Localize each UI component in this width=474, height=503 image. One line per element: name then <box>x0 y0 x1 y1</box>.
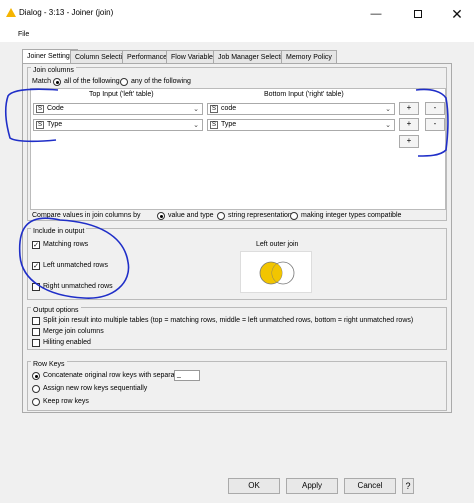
left-column-select-2[interactable]: S Type ⌄ <box>33 119 203 131</box>
string-type-icon: S <box>210 121 218 129</box>
separator-input[interactable]: _ <box>174 370 200 381</box>
include-output-group: Include in output ✓ Matching rows ✓ Left… <box>27 228 447 300</box>
window-title: Dialog - 3:13 - Joiner (join) <box>19 8 114 17</box>
close-button[interactable]: ✕ <box>437 0 474 28</box>
add-row-button-3[interactable]: + <box>399 135 419 148</box>
compare-integer-label: making integer types compatible <box>301 212 402 219</box>
matching-rows-label: Matching rows <box>43 241 89 248</box>
compare-string-label: string representation <box>228 212 292 219</box>
split-checkbox[interactable] <box>32 317 40 325</box>
venn-diagram <box>240 251 312 293</box>
compare-integer-radio[interactable] <box>290 212 298 220</box>
compare-value-type-label: value and type <box>168 212 214 219</box>
split-label: Split join result into multiple tables (… <box>43 317 414 324</box>
join-type-label: Left outer join <box>256 241 299 248</box>
keep-row-keys-label: Keep row keys <box>43 398 89 405</box>
match-all-radio[interactable] <box>53 78 61 86</box>
string-type-icon: S <box>36 105 44 113</box>
match-all-label: all of the following <box>64 78 120 85</box>
menu-bar: File <box>0 28 474 42</box>
remove-row-button-1[interactable]: - <box>425 102 445 115</box>
cancel-button[interactable]: Cancel <box>344 478 396 494</box>
concatenate-radio[interactable] <box>32 372 40 380</box>
ok-button[interactable]: OK <box>228 478 280 494</box>
keep-row-keys-radio[interactable] <box>32 398 40 406</box>
apply-button[interactable]: Apply <box>286 478 338 494</box>
maximize-button[interactable] <box>398 0 438 28</box>
match-any-radio[interactable] <box>120 78 128 86</box>
left-column-value-2: Type <box>47 121 63 128</box>
compare-string-radio[interactable] <box>217 212 225 220</box>
hiliting-checkbox[interactable] <box>32 339 40 347</box>
right-unmatched-label: Right unmatched rows <box>43 283 113 290</box>
help-button[interactable]: ? <box>402 478 414 494</box>
right-column-value-1: code <box>221 105 237 112</box>
right-column-select-1[interactable]: S code ⌄ <box>207 103 395 115</box>
assign-new-radio[interactable] <box>32 385 40 393</box>
row-keys-group: Row Keys Concatenate original row keys w… <box>27 361 447 411</box>
output-options-title: Output options <box>31 307 81 314</box>
join-columns-title: Join columns <box>31 67 76 74</box>
chevron-down-icon: ⌄ <box>385 122 391 129</box>
include-output-title: Include in output <box>31 228 87 235</box>
right-unmatched-checkbox <box>32 283 40 291</box>
join-columns-table: Top Input ('left' table) Bottom Input ('… <box>30 88 446 210</box>
warning-icon <box>6 8 16 17</box>
add-row-button-2[interactable]: + <box>399 118 419 131</box>
left-column-select-1[interactable]: S Code ⌄ <box>33 103 203 115</box>
chevron-down-icon: ⌄ <box>385 106 391 113</box>
merge-checkbox[interactable] <box>32 328 40 336</box>
output-options-group: Output options Split join result into mu… <box>27 307 447 350</box>
concatenate-label: Concatenate original row keys with separ… <box>43 372 183 379</box>
top-input-header: Top Input ('left' table) <box>89 91 154 98</box>
chevron-down-icon: ⌄ <box>193 122 199 129</box>
match-label: Match <box>32 78 52 85</box>
match-any-label: any of the following <box>131 78 191 85</box>
venn-diagram-svg <box>259 261 295 285</box>
settings-panel: Join columns Match all of the following … <box>22 63 452 413</box>
tab-memory-policy[interactable]: Memory Policy <box>281 50 337 64</box>
remove-row-button-2[interactable]: - <box>425 118 445 131</box>
string-type-icon: S <box>36 121 44 129</box>
bottom-input-header: Bottom Input ('right' table) <box>264 91 344 98</box>
left-column-value-1: Code <box>47 105 64 112</box>
menu-file[interactable]: File <box>18 31 29 38</box>
compare-label: Compare values in join columns by <box>32 212 141 219</box>
string-type-icon: S <box>210 105 218 113</box>
join-columns-group: Join columns Match all of the following … <box>27 67 447 221</box>
matching-rows-checkbox[interactable]: ✓ <box>32 241 40 249</box>
left-unmatched-checkbox[interactable]: ✓ <box>32 262 40 270</box>
assign-new-label: Assign new row keys sequentially <box>43 385 148 392</box>
chevron-down-icon: ⌄ <box>193 106 199 113</box>
compare-value-type-radio[interactable] <box>157 212 165 220</box>
merge-label: Merge join columns <box>43 328 104 335</box>
right-column-select-2[interactable]: S Type ⌄ <box>207 119 395 131</box>
left-unmatched-label: Left unmatched rows <box>43 262 108 269</box>
add-row-button[interactable]: + <box>399 102 419 115</box>
minimize-button[interactable]: — <box>356 0 396 28</box>
title-bar: Dialog - 3:13 - Joiner (join) — ✕ <box>0 0 474 28</box>
tab-performance[interactable]: Performance <box>122 50 173 64</box>
right-column-value-2: Type <box>221 121 237 128</box>
hiliting-label: Hiliting enabled <box>43 339 91 346</box>
row-keys-title: Row Keys <box>31 361 67 368</box>
maximize-icon <box>414 10 422 18</box>
